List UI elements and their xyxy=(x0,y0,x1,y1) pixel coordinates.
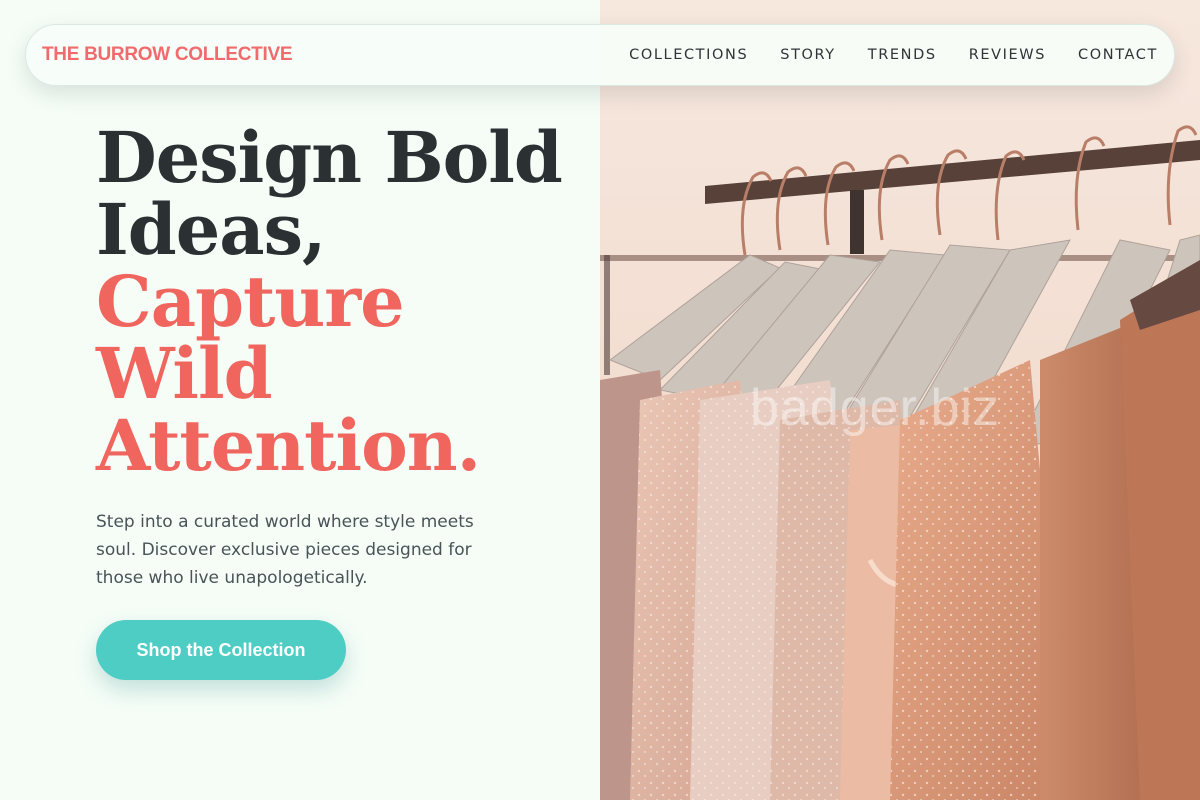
watermark-text: badger.biz xyxy=(750,379,1000,437)
nav-link-story[interactable]: STORY xyxy=(780,47,835,63)
nav-link-contact[interactable]: CONTACT xyxy=(1078,47,1158,63)
hero-section: Design Bold Ideas, Capture Wild Attentio… xyxy=(96,122,576,592)
nav-link-collections[interactable]: COLLECTIONS xyxy=(629,47,748,63)
brand-logo[interactable]: THE BURROW COLLECTIVE xyxy=(42,44,293,66)
nav-link-trends[interactable]: TRENDS xyxy=(868,47,937,63)
hero-subtitle: Step into a curated world where style me… xyxy=(96,512,474,588)
nav-links: COLLECTIONS STORY TRENDS REVIEWS CONTACT xyxy=(597,47,1158,63)
top-nav: THE BURROW COLLECTIVE COLLECTIONS STORY … xyxy=(25,24,1175,86)
hero-headline: Design Bold Ideas, Capture Wild Attentio… xyxy=(96,122,576,482)
headline-line-5: Attention. xyxy=(96,404,481,487)
headline-line-4: Wild xyxy=(96,332,273,415)
headline-line-3: Capture xyxy=(96,260,405,343)
headline-line-1: Design Bold xyxy=(96,116,563,199)
hero-photo: badger.biz xyxy=(600,0,1200,800)
headline-line-2: Ideas, xyxy=(96,188,326,271)
shop-collection-button[interactable]: Shop the Collection xyxy=(96,620,346,680)
nav-link-reviews[interactable]: REVIEWS xyxy=(969,47,1046,63)
